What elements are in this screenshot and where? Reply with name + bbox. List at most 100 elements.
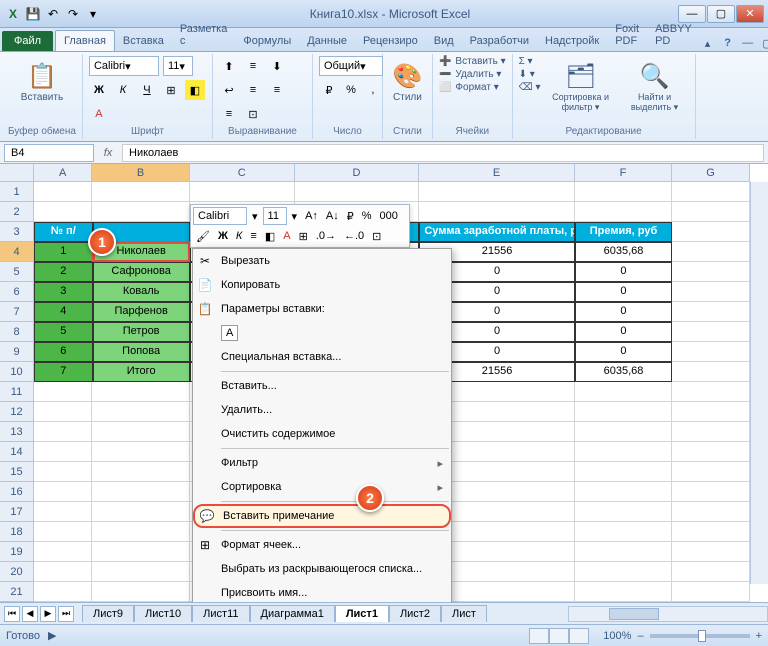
mini-fill-color-icon[interactable]: ◧: [262, 227, 278, 245]
mini-merge-icon[interactable]: ⊡: [369, 227, 384, 245]
tab-review[interactable]: Рецензиро: [355, 31, 426, 51]
close-button[interactable]: ✕: [736, 5, 764, 23]
mini-size-dropdown-icon[interactable]: ▾: [289, 207, 301, 225]
bold-button[interactable]: Ж: [89, 80, 109, 100]
row-header-3[interactable]: 3: [0, 222, 33, 242]
cell[interactable]: 6035,68: [575, 242, 672, 262]
cell[interactable]: [92, 462, 189, 482]
col-header-a[interactable]: A: [34, 164, 92, 181]
cell[interactable]: [575, 582, 672, 602]
fill-color-button[interactable]: ◧: [185, 80, 205, 100]
cell[interactable]: [92, 482, 189, 502]
cell[interactable]: [34, 442, 92, 462]
wrap-text-button[interactable]: ↩: [219, 80, 239, 100]
maximize-button[interactable]: ▢: [707, 5, 735, 23]
insert-cells-button[interactable]: ➕ Вставить ▾: [439, 56, 506, 67]
cell[interactable]: [34, 462, 92, 482]
cell[interactable]: Итого: [93, 362, 190, 382]
row-header-19[interactable]: 19: [0, 542, 33, 562]
menu-insert-comment[interactable]: 💬Вставить примечание: [193, 504, 451, 528]
cell[interactable]: 0: [575, 282, 672, 302]
cell[interactable]: 0: [575, 302, 672, 322]
tab-home[interactable]: Главная: [55, 30, 115, 51]
border-button[interactable]: ⊞: [161, 80, 181, 100]
font-name-selector[interactable]: Calibri ▾: [89, 56, 159, 76]
cell[interactable]: 0: [575, 322, 672, 342]
cell[interactable]: [92, 562, 189, 582]
row-header-13[interactable]: 13: [0, 422, 33, 442]
sheet-tab[interactable]: Лист1: [335, 605, 389, 622]
underline-button[interactable]: Ч: [137, 80, 157, 100]
cell[interactable]: [672, 262, 750, 282]
sheet-tab[interactable]: Диаграмма1: [250, 605, 335, 622]
cell[interactable]: [672, 582, 750, 602]
zoom-thumb[interactable]: [698, 630, 706, 642]
align-left-button[interactable]: ≡: [243, 80, 263, 100]
help-icon[interactable]: ?: [720, 35, 736, 51]
font-color-button[interactable]: A: [89, 104, 109, 124]
cell[interactable]: [92, 422, 189, 442]
col-header-g[interactable]: G: [672, 164, 750, 181]
select-all-corner[interactable]: [0, 164, 34, 182]
hscroll-thumb[interactable]: [609, 608, 659, 620]
paste-button[interactable]: 📋 Вставить: [8, 56, 76, 107]
clear-button[interactable]: ⌫ ▾: [519, 82, 541, 93]
tab-formulas[interactable]: Формулы: [235, 31, 299, 51]
mini-decimal-dec-icon[interactable]: ←.0: [341, 227, 367, 245]
mini-bold-icon[interactable]: Ж: [215, 227, 231, 245]
merge-button[interactable]: ⊡: [243, 104, 263, 124]
cell[interactable]: Парфенов: [93, 302, 190, 322]
cell[interactable]: [575, 402, 672, 422]
cell[interactable]: [92, 382, 189, 402]
autosum-button[interactable]: Σ ▾: [519, 56, 541, 67]
styles-button[interactable]: 🎨 Стили: [389, 56, 426, 107]
horizontal-scrollbar[interactable]: [568, 606, 768, 622]
mini-currency-icon[interactable]: ₽: [344, 207, 357, 225]
cell[interactable]: [672, 322, 750, 342]
macro-record-icon[interactable]: ▶: [48, 629, 56, 642]
sheet-last-button[interactable]: ⏭: [58, 606, 74, 622]
col-header-d[interactable]: D: [295, 164, 420, 181]
mini-font-name[interactable]: Calibri: [193, 207, 247, 225]
cell[interactable]: [575, 562, 672, 582]
cell[interactable]: [34, 182, 92, 202]
cell[interactable]: [34, 482, 92, 502]
row-header-1[interactable]: 1: [0, 182, 33, 202]
sheet-tab[interactable]: Лист: [441, 605, 487, 622]
mini-italic-icon[interactable]: К: [233, 227, 245, 245]
cell[interactable]: [672, 342, 750, 362]
row-header-9[interactable]: 9: [0, 342, 33, 362]
sheet-tab[interactable]: Лист9: [82, 605, 134, 622]
mini-shrink-font-icon[interactable]: A↓: [323, 207, 342, 225]
cell[interactable]: [575, 442, 672, 462]
menu-sort[interactable]: Сортировка▸: [193, 475, 451, 499]
col-header-f[interactable]: F: [575, 164, 672, 181]
cell[interactable]: [672, 302, 750, 322]
cell[interactable]: [672, 422, 750, 442]
sheet-tab[interactable]: Лист11: [192, 605, 249, 622]
cell[interactable]: [295, 182, 419, 202]
cell[interactable]: 0: [575, 262, 672, 282]
menu-pick-from-dropdown[interactable]: Выбрать из раскрывающегося списка...: [193, 557, 451, 581]
cell[interactable]: [575, 502, 672, 522]
cell[interactable]: 6: [34, 342, 93, 362]
tab-view[interactable]: Вид: [426, 31, 462, 51]
italic-button[interactable]: К: [113, 80, 133, 100]
doc-restore-icon[interactable]: ▢: [760, 35, 768, 51]
number-format-selector[interactable]: Общий ▾: [319, 56, 383, 76]
col-header-c[interactable]: C: [190, 164, 295, 181]
cell[interactable]: 6035,68: [575, 362, 672, 382]
cell[interactable]: [672, 382, 750, 402]
cell[interactable]: [575, 182, 672, 202]
cell[interactable]: [575, 542, 672, 562]
sheet-first-button[interactable]: ⏮: [4, 606, 20, 622]
sheet-next-button[interactable]: ▶: [40, 606, 56, 622]
menu-filter[interactable]: Фильтр▸: [193, 451, 451, 475]
zoom-slider[interactable]: [650, 634, 750, 638]
sheet-prev-button[interactable]: ◀: [22, 606, 38, 622]
cell[interactable]: [92, 442, 189, 462]
zoom-level[interactable]: 100%: [603, 630, 631, 642]
tab-foxit[interactable]: Foxit PDF: [607, 19, 647, 51]
cell[interactable]: Премия, руб: [575, 222, 672, 242]
cell[interactable]: [92, 502, 189, 522]
